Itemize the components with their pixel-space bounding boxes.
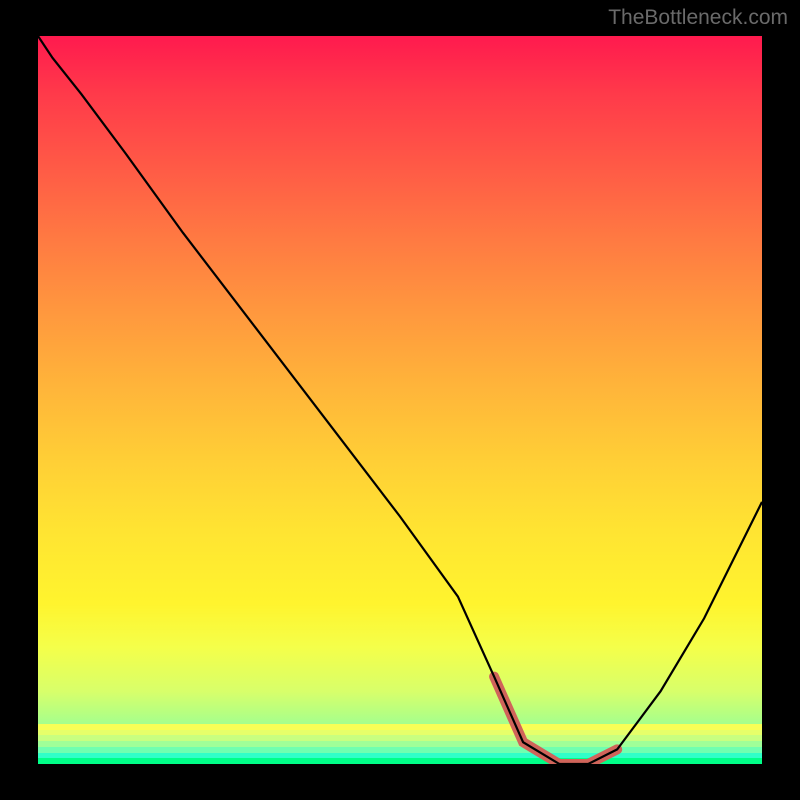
- chart-svg: [38, 36, 762, 764]
- bottleneck-curve-line: [38, 36, 762, 764]
- plot-area: [38, 36, 762, 764]
- watermark-text: TheBottleneck.com: [608, 6, 788, 30]
